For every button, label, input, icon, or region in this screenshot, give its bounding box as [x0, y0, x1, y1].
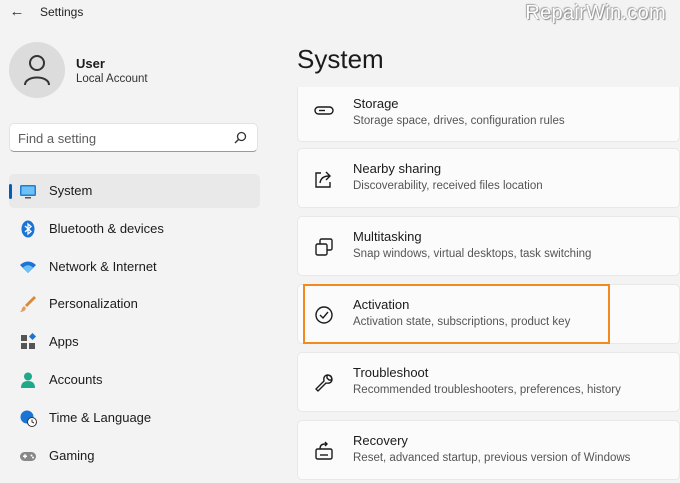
- apps-icon: [21, 333, 37, 350]
- sidebar-item-personalization[interactable]: Personalization: [9, 287, 260, 321]
- sidebar-item-label: Accounts: [49, 371, 103, 387]
- account-type: Local Account: [76, 73, 148, 85]
- card-subtitle: Snap windows, virtual desktops, task swi…: [353, 248, 592, 260]
- search-icon[interactable]: [234, 131, 247, 144]
- share-icon: [315, 171, 331, 188]
- back-arrow-icon[interactable]: ←: [8, 3, 26, 21]
- storage-icon: [314, 106, 334, 115]
- sidebar-nav: System Bluetooth & devices Network & Int…: [9, 174, 260, 476]
- monitor-icon: [20, 185, 36, 199]
- sidebar-item-label: Network & Internet: [49, 258, 157, 274]
- brush-icon: [20, 296, 36, 313]
- sidebar-item-label: Personalization: [49, 296, 138, 312]
- card-title: Activation: [353, 297, 410, 312]
- globe-clock-icon: [20, 410, 37, 427]
- title-bar: ← Settings RepairWin.com: [0, 0, 680, 28]
- card-activation[interactable]: Activation Activation state, subscriptio…: [297, 284, 680, 344]
- sidebar-item-accounts[interactable]: Accounts: [9, 363, 260, 397]
- card-troubleshoot[interactable]: Troubleshoot Recommended troubleshooters…: [297, 352, 680, 412]
- card-title: Troubleshoot: [353, 365, 429, 380]
- card-title: Storage: [353, 96, 399, 111]
- multitasking-icon: [315, 238, 333, 256]
- card-subtitle: Discoverability, received files location: [353, 180, 543, 192]
- watermark: RepairWin.com: [525, 2, 666, 24]
- bluetooth-icon: [21, 220, 35, 238]
- card-subtitle: Reset, advanced startup, previous versio…: [353, 452, 631, 464]
- sidebar-item-bluetooth[interactable]: Bluetooth & devices: [9, 212, 260, 246]
- card-storage[interactable]: Storage Storage space, drives, configura…: [297, 87, 680, 142]
- sidebar-item-label: Bluetooth & devices: [49, 220, 164, 236]
- avatar[interactable]: [9, 42, 65, 98]
- check-circle-icon: [315, 306, 333, 324]
- wrench-icon: [315, 374, 333, 392]
- sidebar-item-gaming[interactable]: Gaming: [9, 439, 260, 473]
- card-title: Multitasking: [353, 229, 422, 244]
- card-recovery[interactable]: Recovery Reset, advanced startup, previo…: [297, 420, 680, 480]
- card-title: Recovery: [353, 433, 408, 448]
- sidebar-item-label: Apps: [49, 334, 79, 350]
- sidebar-item-system[interactable]: System: [9, 174, 260, 208]
- card-multitasking[interactable]: Multitasking Snap windows, virtual deskt…: [297, 216, 680, 276]
- wifi-icon: [20, 261, 36, 273]
- person-icon: [21, 372, 35, 388]
- card-subtitle: Recommended troubleshooters, preferences…: [353, 384, 621, 396]
- card-title: Nearby sharing: [353, 161, 442, 176]
- account-name: User: [76, 56, 105, 71]
- search-input[interactable]: [18, 129, 228, 147]
- active-indicator: [9, 184, 12, 199]
- recovery-icon: [315, 441, 333, 460]
- sidebar-item-apps[interactable]: Apps: [9, 325, 260, 359]
- sidebar-item-network[interactable]: Network & Internet: [9, 250, 260, 284]
- page-title: System: [297, 44, 384, 74]
- app-title: Settings: [40, 5, 84, 19]
- gamepad-icon: [20, 451, 36, 461]
- card-subtitle: Activation state, subscriptions, product…: [353, 316, 571, 328]
- sidebar-item-label: Gaming: [49, 447, 95, 463]
- sidebar-item-label: Time & Language: [49, 409, 152, 425]
- search-box[interactable]: [9, 123, 258, 152]
- sidebar-item-label: System: [49, 183, 93, 198]
- card-nearby-sharing[interactable]: Nearby sharing Discoverability, received…: [297, 148, 680, 208]
- person-icon: [24, 55, 50, 86]
- card-subtitle: Storage space, drives, configuration rul…: [353, 115, 565, 127]
- sidebar-item-time-language[interactable]: Time & Language: [9, 401, 260, 435]
